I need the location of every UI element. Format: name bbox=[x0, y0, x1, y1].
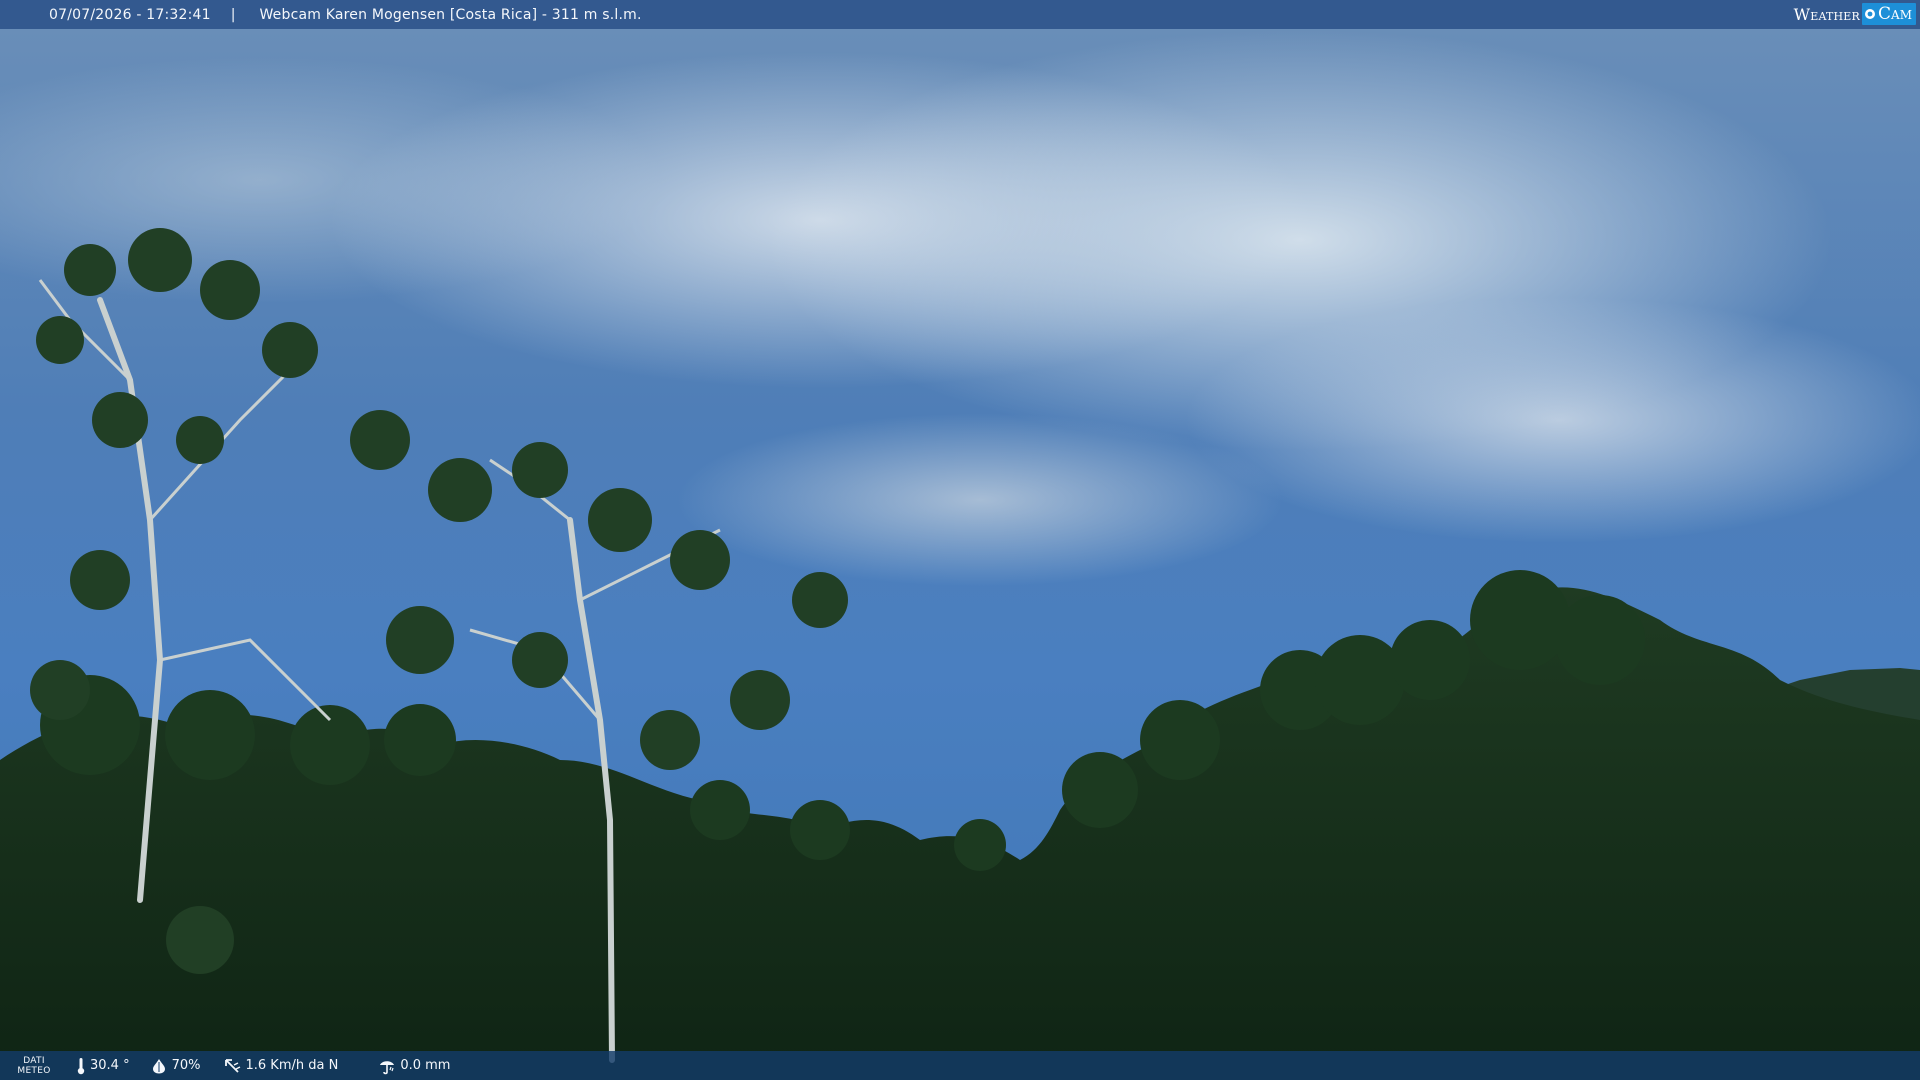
rain-reading: 0.0 mm bbox=[378, 1057, 450, 1075]
weathercam-logo[interactable]: Weather Cam bbox=[1794, 2, 1916, 26]
temperature-value: 30.4 ° bbox=[90, 1058, 130, 1073]
rain-gauge-icon bbox=[380, 1060, 395, 1074]
weather-data-label-line2: METEO bbox=[17, 1065, 51, 1076]
webcam-frame: 07/07/2026 - 17:32:41 | Webcam Karen Mog… bbox=[0, 0, 1920, 1080]
wind-reading: 1.6 Km/h da N bbox=[223, 1057, 338, 1075]
wind-vane-icon bbox=[225, 1058, 241, 1073]
weather-data-label-line1: DATI bbox=[23, 1055, 45, 1066]
drop-icon bbox=[152, 1058, 165, 1073]
humidity-reading: 70% bbox=[150, 1058, 201, 1074]
weather-data-label: DATI METEO bbox=[0, 1056, 68, 1076]
header-bar: 07/07/2026 - 17:32:41 | Webcam Karen Mog… bbox=[0, 0, 1920, 29]
brand-cam-text: Cam bbox=[1878, 4, 1912, 24]
brand-weather-text: Weather bbox=[1793, 4, 1861, 24]
datetime-label: 07/07/2026 - 17:32:41 bbox=[49, 6, 211, 23]
webcam-title: Webcam Karen Mogensen [Costa Rica] - 311… bbox=[259, 6, 642, 23]
camera-lens-icon bbox=[1865, 9, 1876, 19]
temperature-reading: 30.4 ° bbox=[76, 1057, 130, 1075]
weather-data-bar: DATI METEO 30.4 ° 70% 1.6 Km/h da N 0.0 … bbox=[0, 1051, 1920, 1080]
header-separator: | bbox=[230, 6, 236, 23]
wind-value: 1.6 Km/h da N bbox=[245, 1058, 339, 1073]
rain-value: 0.0 mm bbox=[400, 1058, 451, 1073]
thermometer-icon bbox=[77, 1057, 85, 1074]
brand-cam-box: Cam bbox=[1862, 3, 1916, 25]
forest-landscape bbox=[0, 228, 1920, 1080]
humidity-value: 70% bbox=[171, 1058, 201, 1073]
